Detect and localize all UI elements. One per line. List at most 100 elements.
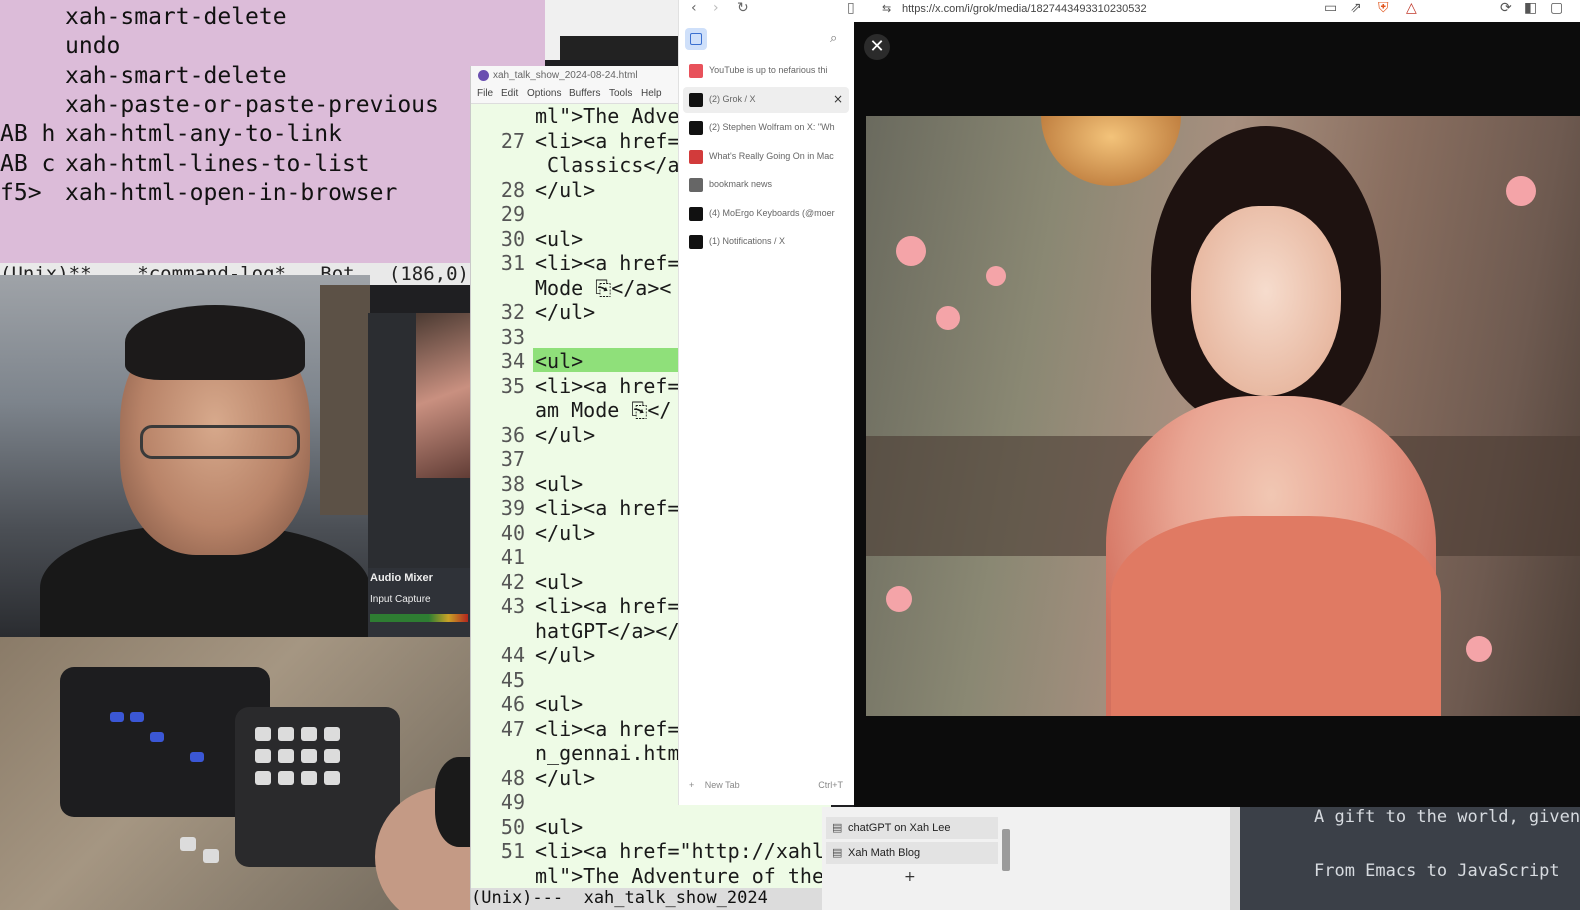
- tab-item[interactable]: (2) Stephen Wolfram on X: "Wh: [683, 115, 849, 141]
- divider: [1230, 807, 1240, 910]
- add-bookmark-icon[interactable]: +: [904, 869, 916, 885]
- menu-edit[interactable]: Edit: [501, 88, 518, 99]
- preview-text-line: A gift to the world, given: [1314, 807, 1580, 827]
- line-number: 48: [500, 765, 525, 790]
- sidebar-toggle-icon[interactable]: [685, 28, 707, 50]
- line-number: 27: [500, 128, 525, 153]
- tab-title: bookmark news: [709, 179, 773, 189]
- new-tab-button[interactable]: + New Tab Ctrl+T: [689, 780, 849, 790]
- keyboard-camera: [0, 637, 497, 910]
- bookmark-item[interactable]: ▤ Xah Math Blog: [826, 842, 998, 864]
- tab-title: (2) Stephen Wolfram on X: "Wh: [709, 122, 835, 132]
- code-text: <li><a href=': [535, 373, 692, 398]
- keyboard-key: [278, 749, 294, 763]
- code-line[interactable]: 50 <ul>: [471, 815, 831, 839]
- keyboard-key: [278, 727, 294, 741]
- x-icon: [689, 206, 703, 221]
- preview-thumbnail: [416, 313, 472, 478]
- sidebar-icon[interactable]: ◧: [1524, 0, 1537, 16]
- tab-item[interactable]: bookmark news: [683, 172, 849, 198]
- tab-item[interactable]: (4) MoErgo Keyboards (@moer: [683, 201, 849, 227]
- person-glasses: [140, 425, 300, 459]
- wolfram-icon: [689, 149, 703, 164]
- menu-buffers[interactable]: Buffers: [569, 88, 601, 99]
- cast-icon[interactable]: ▭: [1324, 0, 1337, 16]
- share-icon[interactable]: ⇗: [1350, 0, 1362, 16]
- figure-face: [1191, 206, 1341, 396]
- menu-options[interactable]: Options: [527, 88, 561, 99]
- keyboard-key: [301, 749, 317, 763]
- line-number: 44: [500, 643, 525, 667]
- search-icon[interactable]: ⌕: [830, 31, 837, 46]
- code-text: <ul>: [535, 692, 584, 716]
- code-text: hatGPT</a></: [535, 618, 680, 643]
- line-number: 40: [500, 520, 525, 545]
- keyboard-key: [255, 771, 271, 785]
- x-icon: [689, 92, 703, 107]
- url-text[interactable]: https://x.com/i/grok/media/1827443493310…: [902, 3, 1147, 15]
- tab-item[interactable]: (2) Grok / X ×: [683, 86, 849, 113]
- site-settings-icon[interactable]: ⇆: [882, 2, 891, 15]
- keyboard-key: [324, 749, 340, 763]
- audio-source-label: Input Capture: [370, 594, 431, 605]
- tab-item[interactable]: YouTube is up to nefarious thi: [683, 58, 849, 84]
- line-number: 42: [500, 569, 525, 594]
- website-preview: A gift to the world, given From Emacs to…: [1230, 807, 1580, 910]
- person-hair: [125, 305, 305, 380]
- audio-mixer-title: Audio Mixer: [370, 572, 433, 584]
- line-number: 36: [500, 422, 525, 447]
- code-line[interactable]: ml">The Adventure of the: [471, 864, 831, 888]
- window-icon[interactable]: ▢: [1550, 0, 1563, 16]
- bookmark-item[interactable]: ▤ chatGPT on Xah Lee: [826, 817, 998, 839]
- preview-text-line: From Emacs to JavaScript: [1314, 861, 1560, 881]
- code-text: Classics</a: [535, 153, 680, 177]
- close-tab-icon[interactable]: ×: [833, 92, 843, 106]
- menu-tools[interactable]: Tools: [609, 88, 632, 99]
- line-number: 35: [500, 373, 525, 398]
- blossom: [896, 236, 926, 266]
- menu-help[interactable]: Help: [641, 88, 662, 99]
- emacs-icon: [478, 70, 489, 81]
- rewards-icon[interactable]: △: [1406, 0, 1417, 16]
- line-number: 45: [500, 667, 525, 692]
- line-number: 28: [500, 177, 525, 202]
- tab-item[interactable]: What's Really Going On in Mac: [683, 144, 849, 170]
- code-text: Mode ⎘</a><: [535, 275, 672, 300]
- keyboard-key: [301, 771, 317, 785]
- scrollbar[interactable]: [1002, 829, 1010, 871]
- code-text: </ul>: [535, 765, 596, 790]
- youtube-icon: [689, 64, 703, 78]
- extensions-icon[interactable]: ⟳: [1500, 0, 1512, 16]
- code-text: n_gennai.html: [535, 741, 692, 765]
- brave-shield-icon[interactable]: ⛨: [1378, 0, 1389, 16]
- tab-title: (2) Grok / X: [709, 93, 756, 104]
- tab-title: What's Really Going On in Mac: [709, 150, 834, 161]
- code-line[interactable]: 51 <li><a href="http://xahle: [471, 839, 831, 863]
- address-bar[interactable]: ⇆ https://x.com/i/grok/media/18274434933…: [854, 0, 1580, 22]
- code-text: <li><a href=': [535, 594, 692, 618]
- globe-icon: [689, 178, 703, 192]
- reload-icon[interactable]: ↻: [737, 0, 749, 16]
- line-number: 37: [500, 447, 525, 471]
- back-icon[interactable]: ‹: [691, 0, 697, 16]
- bookmarks-panel: ▤ chatGPT on Xah Lee ▤ Xah Math Blog +: [822, 807, 1230, 910]
- blossom: [886, 586, 912, 612]
- editor-modeline: (Unix)--- xah_talk_show_2024: [471, 888, 831, 910]
- tab-title: (4) MoErgo Keyboards (@moer: [709, 207, 835, 218]
- keyboard-key: [203, 849, 219, 863]
- line-number: 43: [500, 594, 525, 618]
- editor-title: xah_talk_show_2024-08-24.html: [493, 70, 638, 81]
- menu-file[interactable]: File: [477, 88, 493, 99]
- forward-icon[interactable]: ›: [713, 0, 719, 16]
- generated-image[interactable]: [866, 116, 1580, 716]
- close-icon[interactable]: ✕: [864, 34, 890, 60]
- line-number: 31: [500, 251, 525, 275]
- tab-title: YouTube is up to nefarious thi: [709, 65, 828, 75]
- browser-nav: ‹ › ↻ ▯: [679, 0, 855, 22]
- tab-item[interactable]: (1) Notifications / X: [683, 229, 849, 255]
- line-number: 29: [500, 202, 525, 226]
- keyboard-key: [301, 727, 317, 741]
- keyboard-key: [130, 712, 144, 722]
- line-number: 51: [500, 839, 525, 863]
- keyboard-key: [190, 752, 204, 762]
